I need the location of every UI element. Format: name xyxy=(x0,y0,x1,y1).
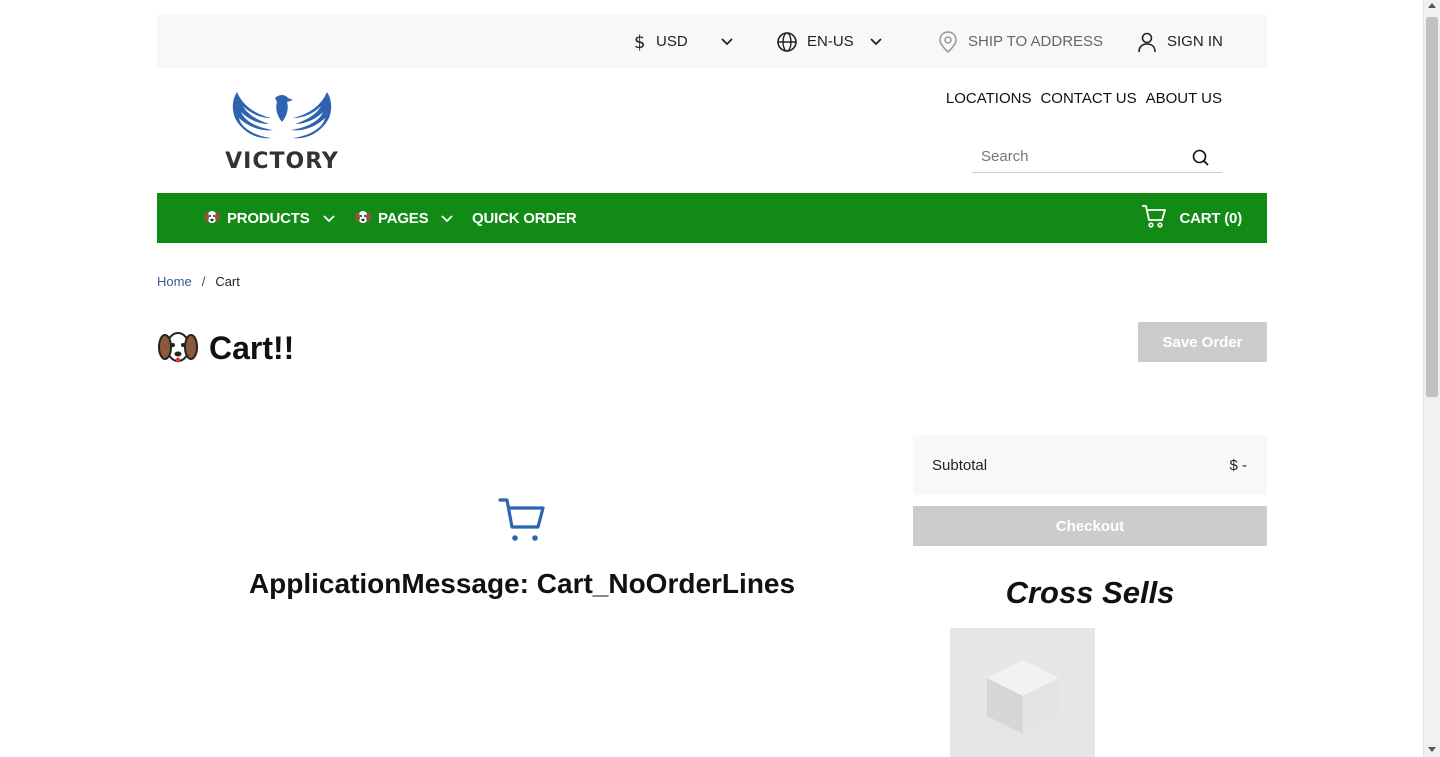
svg-text:$: $ xyxy=(634,32,645,52)
nav-pages-label: PAGES xyxy=(378,209,429,227)
ship-to-label: SHIP TO ADDRESS xyxy=(968,33,1104,50)
chevron-down-icon xyxy=(441,210,454,227)
nav-quick-order[interactable]: QUICK ORDER xyxy=(472,193,577,243)
dog-icon xyxy=(354,207,372,229)
product-placeholder-icon xyxy=(985,658,1061,741)
user-icon xyxy=(1137,31,1157,53)
language-label: EN-US xyxy=(807,33,854,50)
search-input[interactable] xyxy=(972,148,1182,165)
breadcrumb: Home / Cart xyxy=(157,274,240,289)
cross-sells-title: Cross Sells xyxy=(1005,575,1175,610)
globe-icon xyxy=(776,31,798,53)
utility-bar: $ USD EN-US SHIP TO ADDRESS SIGN IN xyxy=(157,15,1267,68)
sign-in-label: SIGN IN xyxy=(1167,33,1223,50)
nav-cart[interactable]: CART (0) xyxy=(1141,193,1242,243)
site-header: VICTORY LOCATIONS CONTACT US ABOUT US xyxy=(157,68,1267,193)
dog-icon xyxy=(203,207,221,229)
language-selector[interactable]: EN-US xyxy=(776,15,882,68)
save-order-button[interactable]: Save Order xyxy=(1138,322,1267,362)
currency-selector[interactable]: $ USD xyxy=(634,15,733,68)
cart-icon xyxy=(498,497,546,548)
scroll-thumb[interactable] xyxy=(1426,17,1438,397)
ship-to-address[interactable]: SHIP TO ADDRESS xyxy=(938,15,1103,68)
nav-products-label: PRODUCTS xyxy=(227,209,310,227)
breadcrumb-current: Cart xyxy=(215,274,240,289)
nav-pages[interactable]: PAGES xyxy=(354,193,454,243)
search-icon[interactable] xyxy=(1192,149,1210,172)
cross-sell-product[interactable] xyxy=(950,628,1095,757)
currency-label: USD xyxy=(656,33,688,50)
location-pin-icon xyxy=(938,30,958,54)
chevron-down-icon xyxy=(322,210,335,227)
header-links: LOCATIONS CONTACT US ABOUT US xyxy=(946,90,1222,107)
cart-label: CART (0) xyxy=(1179,209,1242,227)
subtotal-value: $ - xyxy=(1229,456,1247,474)
locations-link[interactable]: LOCATIONS xyxy=(946,90,1032,107)
breadcrumb-home[interactable]: Home xyxy=(157,274,192,289)
search-box xyxy=(972,141,1222,173)
page-title: Cart!! xyxy=(209,330,295,366)
breadcrumb-separator: / xyxy=(201,274,206,289)
empty-cart-message: ApplicationMessage: Cart_NoOrderLines xyxy=(248,568,796,599)
scroll-up-arrow-icon[interactable] xyxy=(1428,3,1436,8)
cart-icon xyxy=(1141,204,1167,232)
title-row: Cart!! xyxy=(157,325,294,372)
chevron-down-icon xyxy=(870,37,882,46)
subtotal-label: Subtotal xyxy=(932,456,988,474)
dollar-icon: $ xyxy=(634,32,646,52)
checkout-button[interactable]: Checkout xyxy=(913,506,1267,546)
eagle-logo-icon xyxy=(232,92,332,139)
sign-in-link[interactable]: SIGN IN xyxy=(1137,15,1223,68)
nav-products[interactable]: PRODUCTS xyxy=(203,193,335,243)
main-nav: PRODUCTS PAGES QUICK ORDER CART (0) xyxy=(157,193,1267,243)
order-summary: Subtotal $ - xyxy=(913,435,1267,495)
page-scrollbar[interactable] xyxy=(1423,0,1440,757)
chevron-down-icon xyxy=(721,37,733,46)
contact-us-link[interactable]: CONTACT US xyxy=(1040,90,1136,107)
about-us-link[interactable]: ABOUT US xyxy=(1146,90,1222,107)
scroll-down-arrow-icon[interactable] xyxy=(1428,747,1436,752)
page-container: $ USD EN-US SHIP TO ADDRESS SIGN IN VICT… xyxy=(157,15,1267,243)
logo[interactable]: VICTORY xyxy=(225,88,339,174)
logo-text: VICTORY xyxy=(225,149,339,174)
dog-icon xyxy=(157,325,199,372)
